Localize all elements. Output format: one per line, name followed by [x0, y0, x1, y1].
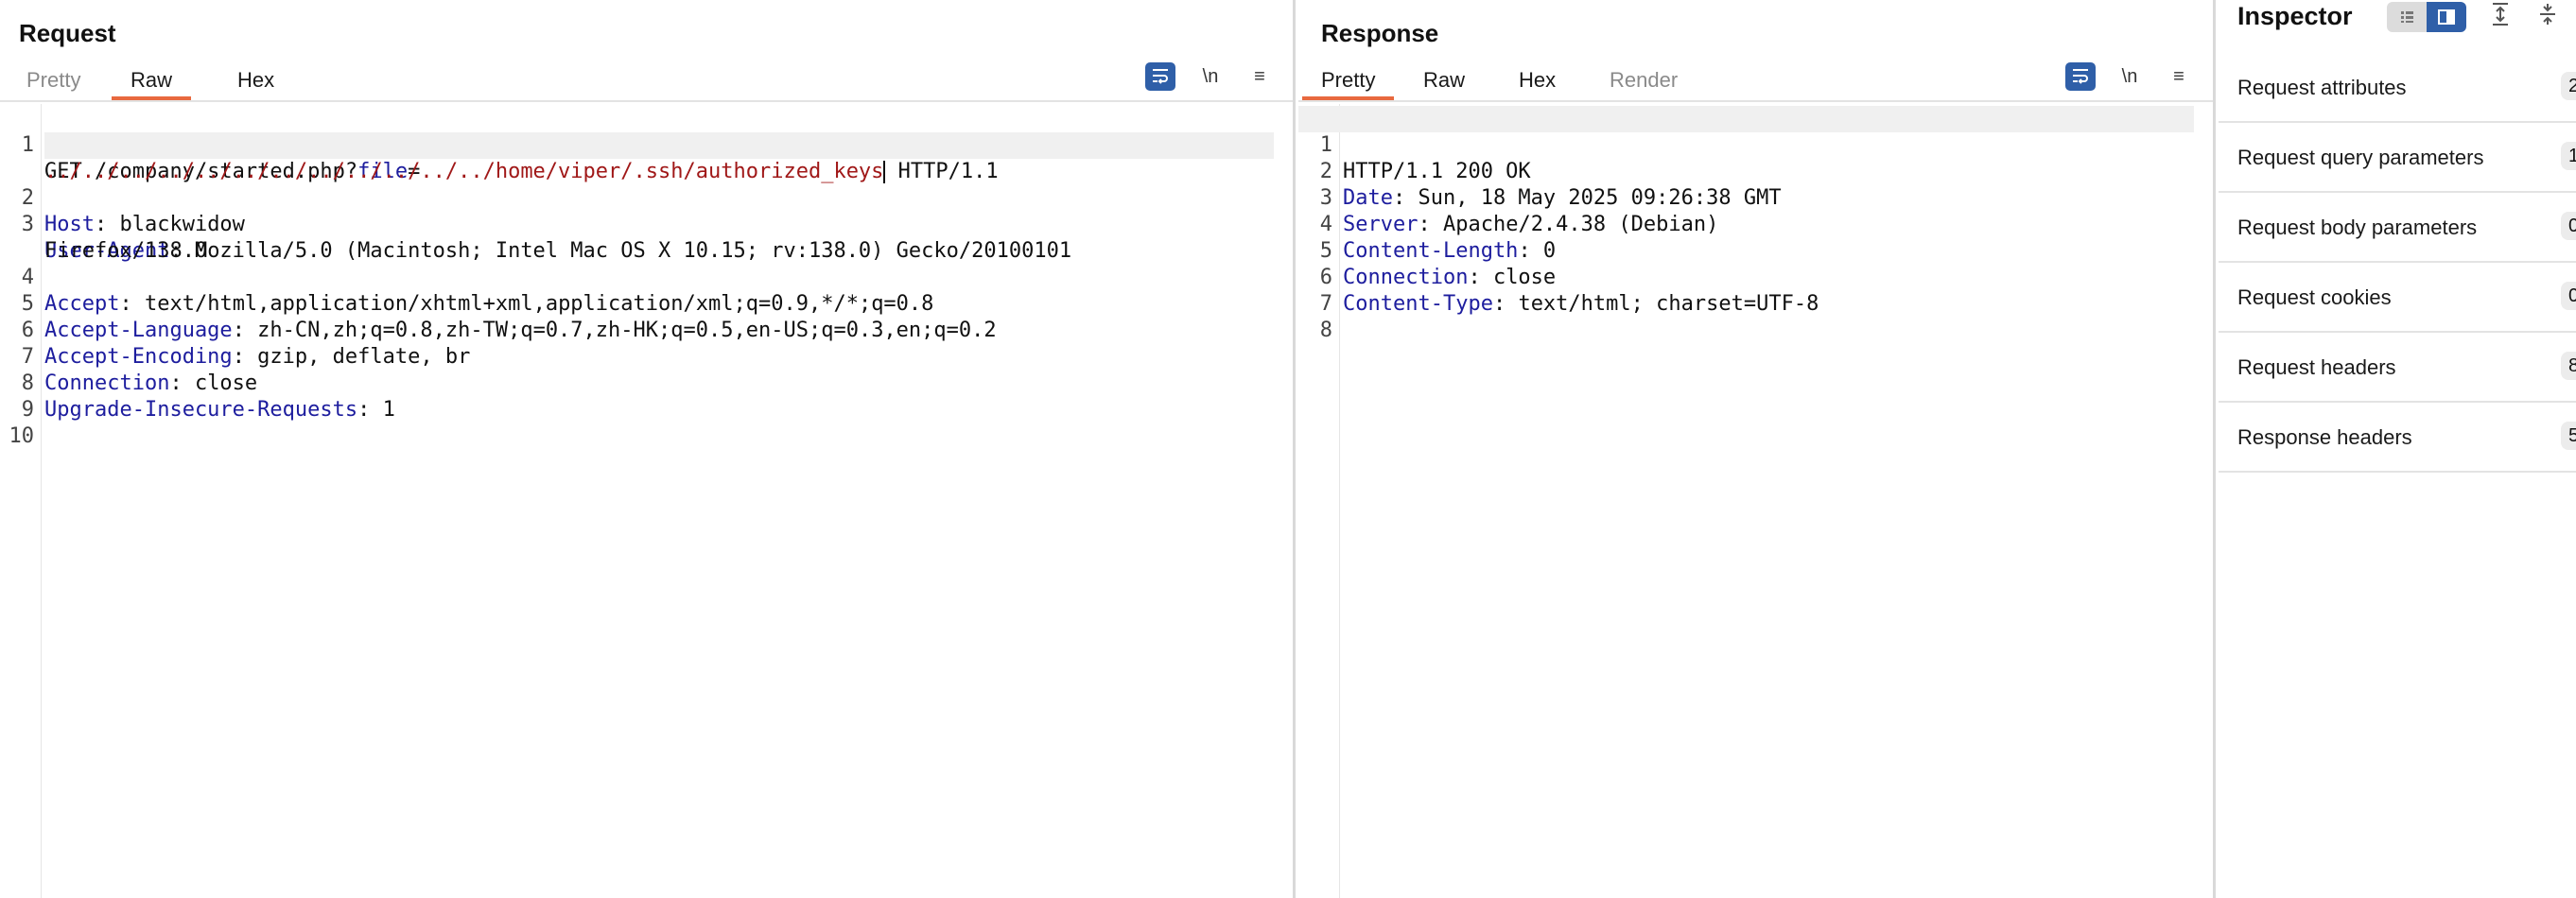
- code-line: 3 User-Agent: Mozilla/5.0 (Macintosh; In…: [0, 185, 1293, 263]
- code-line-highlighted: ../../../../../../../../../../../../home…: [44, 132, 1274, 183]
- code-line: 10: [0, 397, 1293, 448]
- word-wrap-icon[interactable]: [2065, 62, 2096, 91]
- request-tab-pretty[interactable]: Pretty: [8, 66, 99, 100]
- line-number: 10: [9, 424, 35, 448]
- code-line: 7 Connection: close: [0, 318, 1293, 395]
- inspector-row-body-parameters[interactable]: Request body parameters 0: [2219, 193, 2576, 263]
- response-tab-hex[interactable]: Hex: [1500, 66, 1575, 100]
- inspector-title: Inspector: [2237, 2, 2353, 30]
- menu-icon[interactable]: ≡: [2164, 62, 2194, 91]
- show-newlines-button[interactable]: \n: [2115, 62, 2145, 91]
- request-tab-hex[interactable]: Hex: [218, 66, 293, 100]
- inspector-row-label: Request body parameters: [2237, 216, 2478, 239]
- code-line: 2 Date: Sun, 18 May 2025 09:26:38 GMT: [1298, 132, 2213, 210]
- response-tab-raw[interactable]: Raw: [1404, 66, 1484, 100]
- count-badge: 2: [2561, 72, 2576, 100]
- request-pane: Request Pretty Raw Hex \n ≡ 1 GET /compa…: [0, 0, 1296, 898]
- response-pane: Response Pretty Raw Hex Render \n ≡ 1 HT…: [1298, 0, 2216, 898]
- request-tab-raw[interactable]: Raw: [112, 66, 192, 100]
- collapse-all-icon[interactable]: [2531, 2, 2565, 32]
- inspector-row-label: Request headers: [2237, 355, 2396, 379]
- code-line: 1 GET /company/started.php?file=: [0, 106, 1293, 183]
- inspector-list-view-icon[interactable]: [2387, 2, 2427, 32]
- count-badge: 8: [2561, 352, 2576, 380]
- line-number: 1: [21, 133, 34, 157]
- code-line: 2 Host: blackwidow: [0, 159, 1293, 236]
- code-line: 8: [1298, 291, 2213, 342]
- code-line-highlighted: 1 HTTP/1.1 200 OK: [1298, 106, 2194, 183]
- line-number: 8: [1319, 319, 1332, 342]
- request-editor[interactable]: 1 GET /company/started.php?file= ../../.…: [0, 104, 1293, 898]
- inspector-sections: Request attributes 2 Request query param…: [2219, 53, 2576, 473]
- menu-icon[interactable]: ≡: [1244, 62, 1275, 91]
- code-line: Firefox/138.0: [0, 212, 1293, 263]
- expand-all-icon[interactable]: [2483, 2, 2517, 32]
- count-badge: 0: [2561, 212, 2576, 240]
- response-tab-render[interactable]: Render: [1591, 66, 1697, 100]
- code-line: 4 Content-Length: 0: [1298, 185, 2213, 263]
- code-line: 3 Server: Apache/2.4.38 (Debian): [1298, 159, 2213, 236]
- count-badge: 5: [2561, 422, 2576, 450]
- inspector-row-label: Response headers: [2237, 425, 2412, 449]
- inspector-row-cookies[interactable]: Request cookies 0: [2219, 263, 2576, 333]
- inspector-row-query-parameters[interactable]: Request query parameters 1: [2219, 123, 2576, 193]
- count-badge: 0: [2561, 282, 2576, 310]
- inspector-row-response-headers[interactable]: Response headers 5: [2219, 403, 2576, 473]
- response-editor[interactable]: 1 HTTP/1.1 200 OK 2 Date: Sun, 18 May 20…: [1298, 104, 2213, 898]
- request-tabs: Pretty Raw Hex: [0, 59, 1293, 102]
- count-badge: 1: [2561, 142, 2576, 170]
- code-line: 5 Connection: close: [1298, 212, 2213, 289]
- code-line: 9: [0, 371, 1293, 422]
- code-line: 6 Accept-Encoding: gzip, deflate, br: [0, 291, 1293, 369]
- inspector-row-label: Request attributes: [2237, 76, 2407, 99]
- inspector-row-request-attributes[interactable]: Request attributes 2: [2219, 53, 2576, 123]
- code-line: 5 Accept-Language: zh-CN,zh;q=0.8,zh-TW;…: [0, 265, 1293, 342]
- inspector-row-label: Request cookies: [2237, 285, 2392, 309]
- code-line: 8 Upgrade-Insecure-Requests: 1: [0, 344, 1293, 422]
- inspector-row-label: Request query parameters: [2237, 146, 2484, 169]
- word-wrap-icon[interactable]: [1145, 62, 1175, 91]
- inspector-row-request-headers[interactable]: Request headers 8: [2219, 333, 2576, 403]
- response-tab-pretty[interactable]: Pretty: [1302, 66, 1395, 100]
- show-newlines-button[interactable]: \n: [1195, 62, 1226, 91]
- response-title: Response: [1321, 19, 1439, 47]
- inspector-panel-view-icon[interactable]: [2427, 2, 2466, 32]
- request-title: Request: [19, 19, 116, 47]
- code-line: 6 Content-Type: text/html; charset=UTF-8: [1298, 238, 2213, 316]
- code-line: 7: [1298, 265, 2213, 316]
- code-line: 4 Accept: text/html,application/xhtml+xm…: [0, 238, 1293, 316]
- inspector-pane: Inspector Request attributes 2 Request q…: [2219, 0, 2576, 898]
